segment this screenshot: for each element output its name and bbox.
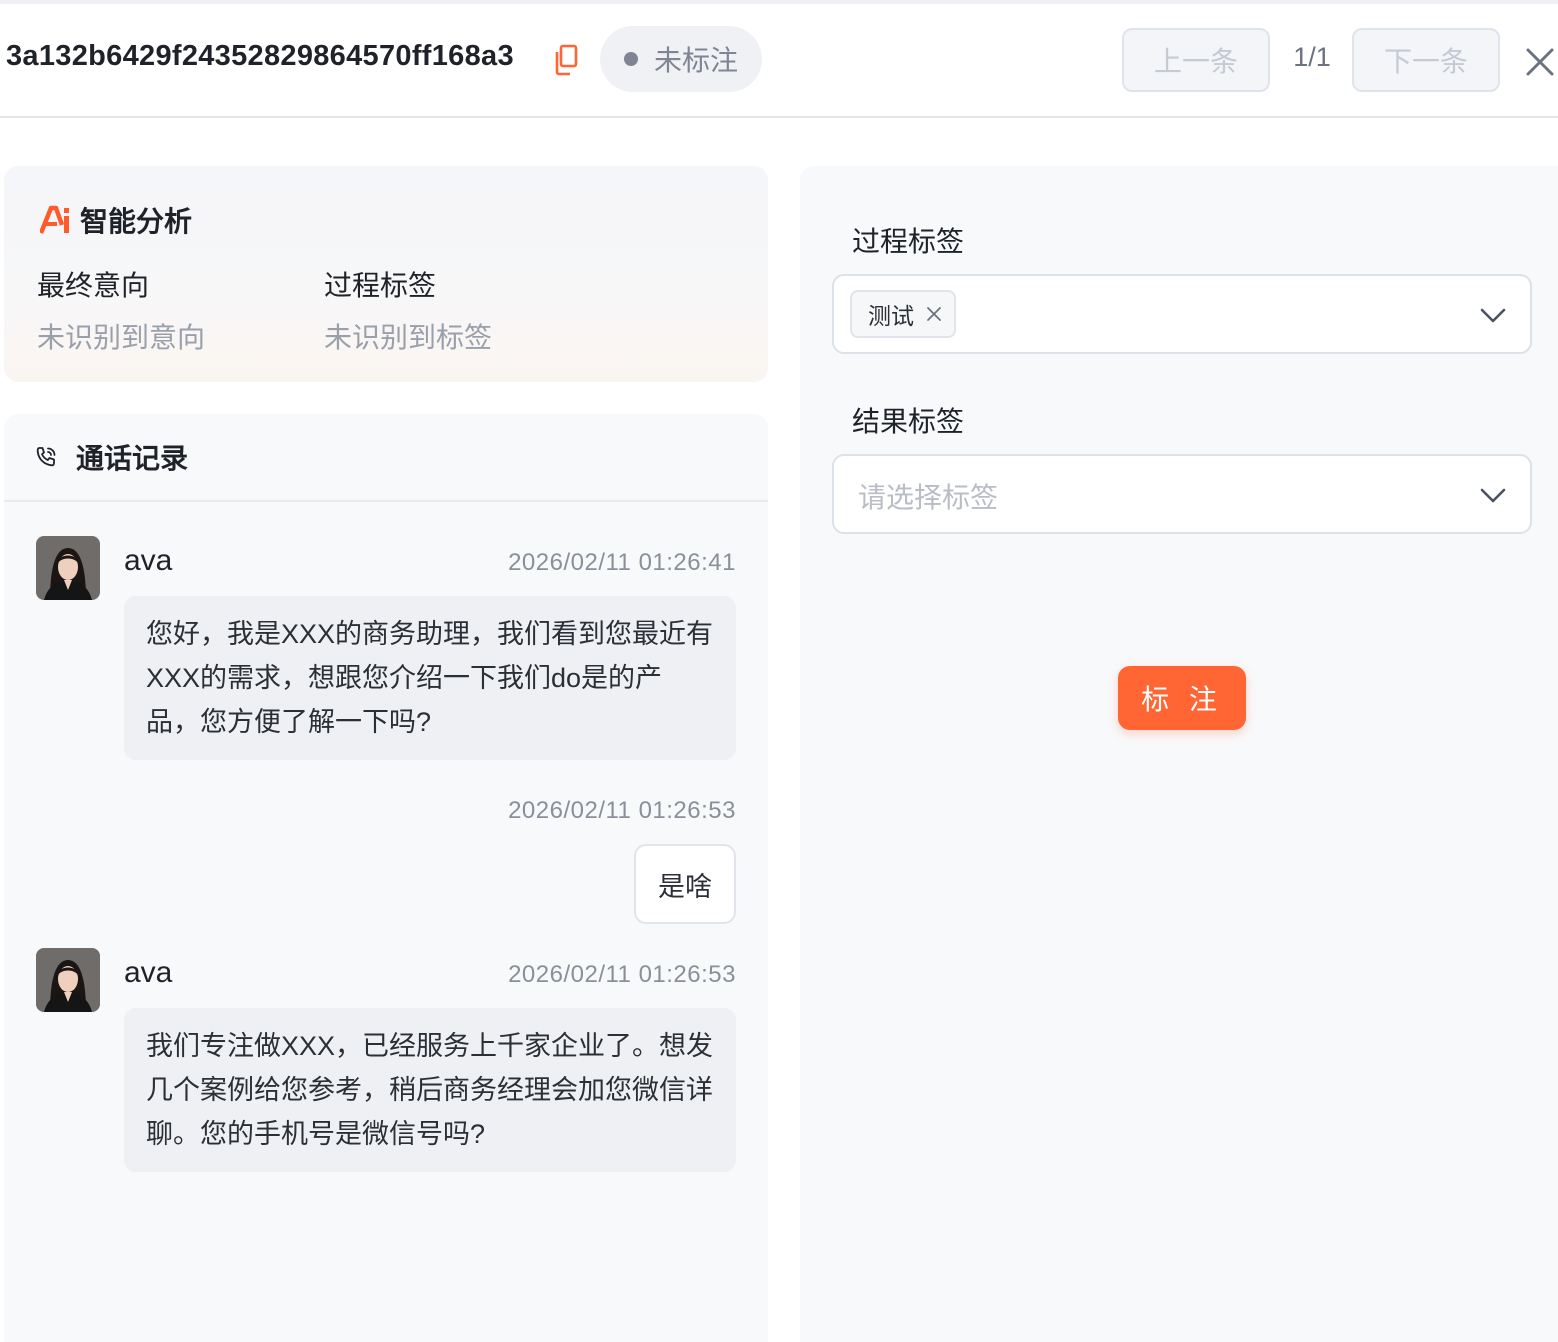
message-bubble: 您好，我是XXX的商务助理，我们看到您最近有XXX的需求，想跟您介绍一下我们do…: [124, 596, 736, 760]
message-bubble: 我们专注做XXX，已经服务上千家企业了。想发几个案例给您参考，稍后商务经理会加您…: [124, 1008, 736, 1172]
ai-analysis-header: 智能分析: [40, 200, 192, 240]
result-tags-placeholder: 请选择标签: [858, 482, 999, 513]
process-tags-select[interactable]: 测试: [832, 274, 1532, 354]
tag-chip: 测试: [850, 290, 956, 338]
prev-record-button[interactable]: 上一条: [1122, 28, 1270, 92]
customer-message-bubble: 是啥: [634, 844, 736, 924]
call-record-panel: 通话记录 ava 2026/02/11 01:26:41 您好，我是XXX的商务…: [4, 414, 768, 1342]
copy-icon[interactable]: [553, 44, 579, 76]
detail-header: 3a132b6429f24352829864570ff168a3 未标注 上一条…: [0, 4, 1558, 118]
phone-icon: [36, 447, 56, 467]
chevron-down-icon: [1480, 308, 1506, 323]
avatar: [36, 536, 100, 600]
tag-chip-label: 测试: [868, 303, 914, 329]
remove-tag-icon[interactable]: [924, 304, 944, 324]
avatar: [36, 948, 100, 1012]
record-id: 3a132b6429f24352829864570ff168a3: [6, 40, 514, 72]
status-text: 未标注: [654, 45, 739, 76]
final-intent-label: 最终意向: [37, 270, 150, 301]
speaker-name: ava: [124, 956, 173, 989]
call-record-header: 通话记录: [4, 414, 768, 502]
process-tag-value: 未识别到标签: [324, 322, 493, 353]
status-badge: 未标注: [600, 26, 762, 92]
process-tag-label: 过程标签: [324, 270, 437, 301]
process-tags-label: 过程标签: [852, 226, 965, 257]
ai-analysis-title: 智能分析: [80, 206, 193, 237]
ai-analysis-card: 智能分析 最终意向 未识别到意向 过程标签 未识别到标签: [4, 166, 768, 382]
result-tags-label: 结果标签: [852, 406, 965, 437]
annotate-submit-button[interactable]: 标 注: [1118, 666, 1246, 730]
speaker-name: ava: [124, 544, 173, 577]
status-dot: [624, 52, 638, 66]
close-icon[interactable]: [1522, 44, 1558, 80]
annotation-form-panel: 过程标签 测试 结果标签 请选择标签 标 注: [800, 166, 1558, 1342]
message-timestamp: 2026/02/11 01:26:41: [508, 549, 736, 576]
next-record-button[interactable]: 下一条: [1352, 28, 1500, 92]
message-timestamp: 2026/02/11 01:26:53: [508, 797, 736, 824]
message-timestamp: 2026/02/11 01:26:53: [508, 961, 736, 988]
call-record-title: 通话记录: [76, 443, 189, 474]
result-tags-select[interactable]: 请选择标签: [832, 454, 1532, 534]
ai-logo-icon: [40, 205, 69, 234]
page-indicator: 1/1: [1293, 42, 1331, 72]
chevron-down-icon: [1480, 488, 1506, 503]
final-intent-value: 未识别到意向: [37, 322, 206, 353]
